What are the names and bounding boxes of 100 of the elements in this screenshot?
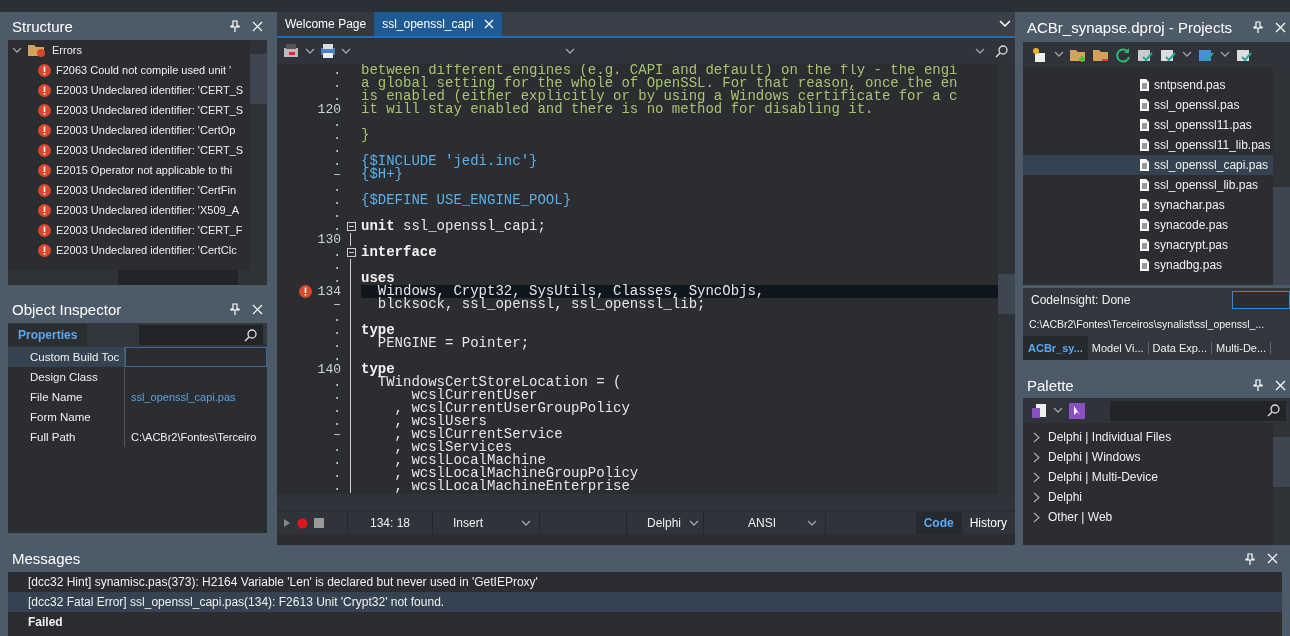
- search-field[interactable]: [1110, 400, 1286, 421]
- panel-tab[interactable]: Multi-De...: [1212, 342, 1272, 354]
- chevron-down-icon[interactable]: [807, 519, 817, 527]
- vertical-scrollbar[interactable]: [1273, 423, 1290, 545]
- palette-category[interactable]: Delphi | Individual Files: [1048, 430, 1172, 444]
- palette-category[interactable]: Other | Web: [1048, 510, 1113, 524]
- chevron-down-icon[interactable]: [689, 519, 700, 527]
- chevron-down-icon[interactable]: [521, 519, 531, 527]
- palette-category[interactable]: Delphi: [1048, 490, 1083, 504]
- file-item[interactable]: sntpsend.pas: [1023, 75, 1273, 95]
- pin-icon[interactable]: [1253, 21, 1263, 33]
- pin-icon[interactable]: [230, 20, 240, 32]
- message-row[interactable]: [dcc32 Hint] synamisc.pas(373): H2164 Variable 'Len' is declared but never used in 'GetIEProxy': [8, 572, 1282, 592]
- edit-mode[interactable]: Insert: [453, 516, 483, 530]
- chevron-right-icon[interactable]: [1033, 471, 1040, 483]
- chevron-right-icon[interactable]: [1033, 491, 1040, 503]
- line-number: .: [333, 64, 341, 77]
- play-icon[interactable]: [283, 518, 291, 528]
- vertical-scrollbar[interactable]: [250, 40, 267, 270]
- close-icon[interactable]: [1275, 21, 1286, 33]
- property-name: Form Name: [8, 407, 125, 427]
- error-item[interactable]: E2015 Operator not applicable to thi: [56, 164, 233, 176]
- file-item[interactable]: ssl_openssl11.pas: [1023, 115, 1273, 135]
- panel-tab[interactable]: Model Vi...: [1087, 342, 1149, 354]
- error-item[interactable]: E2003 Undeclared identifier: 'CERT_S: [56, 84, 244, 96]
- close-icon[interactable]: [252, 303, 263, 315]
- error-item[interactable]: E2003 Undeclared identifier: 'X509_A: [56, 204, 240, 216]
- error-item[interactable]: F2063 Could not compile used unit ': [56, 64, 232, 76]
- file-item[interactable]: ssl_openssl11_lib.pas: [1023, 135, 1273, 155]
- file-item[interactable]: ssl_openssl_capi.pas: [1023, 155, 1273, 175]
- pin-icon[interactable]: [230, 303, 240, 315]
- input-field[interactable]: [1232, 291, 1290, 309]
- chevron-down-icon[interactable]: [341, 47, 351, 55]
- message-row[interactable]: [dcc32 Fatal Error] ssl_openssl_capi.pas(134): F2613 Unit 'Crypt32' not found.: [8, 592, 1282, 612]
- panel-tab[interactable]: Data Exp...: [1148, 342, 1213, 354]
- chevron-down-icon[interactable]: [1182, 51, 1192, 58]
- file-item[interactable]: synacrypt.pas: [1023, 235, 1273, 255]
- property-row[interactable]: Full Path C:\ACBr2\Fontes\Terceiro: [8, 427, 267, 447]
- view-tab[interactable]: Code: [915, 512, 962, 534]
- chevron-down-icon[interactable]: [565, 47, 575, 55]
- printer-icon[interactable]: [319, 43, 337, 59]
- search-field[interactable]: [139, 325, 263, 345]
- error-item[interactable]: E2003 Undeclared identifier: 'CertFin: [56, 184, 237, 196]
- refresh-icon[interactable]: [1115, 46, 1131, 63]
- close-icon[interactable]: [252, 20, 263, 32]
- palette-category[interactable]: Delphi | Multi-Device: [1048, 470, 1158, 484]
- search-icon[interactable]: [995, 44, 1008, 58]
- close-icon[interactable]: [1267, 553, 1278, 564]
- panel-tab[interactable]: ACBr_sy...: [1023, 336, 1088, 360]
- error-icon: [298, 285, 312, 298]
- property-row[interactable]: Custom Build Toc: [8, 347, 267, 367]
- palette-category[interactable]: Delphi | Windows: [1048, 450, 1141, 464]
- chevron-down-icon[interactable]: [12, 46, 22, 54]
- close-icon[interactable]: [1275, 379, 1286, 391]
- file-item[interactable]: synadbg.pas: [1023, 255, 1273, 275]
- properties-tab[interactable]: Properties: [8, 324, 88, 346]
- editor-tab[interactable]: ssl_openssl_capi: [374, 12, 502, 36]
- pointer-icon[interactable]: [1069, 402, 1085, 419]
- chevron-down-icon[interactable]: [1220, 51, 1230, 58]
- property-row[interactable]: File Name ssl_openssl_capi.pas: [8, 387, 267, 407]
- chevron-down-icon[interactable]: [1054, 51, 1064, 58]
- error-item[interactable]: E2003 Undeclared identifier: 'CertOp: [56, 124, 236, 136]
- pin-icon[interactable]: [1245, 552, 1255, 565]
- chevron-down-icon[interactable]: [305, 47, 315, 55]
- vertical-scrollbar[interactable]: [1273, 67, 1290, 285]
- error-item[interactable]: E2003 Undeclared identifier: 'CERT_S: [56, 144, 244, 156]
- chevron-down-icon[interactable]: [1053, 407, 1063, 414]
- message-row[interactable]: Failed: [8, 612, 1282, 632]
- record-icon[interactable]: [297, 517, 308, 529]
- chevron-right-icon[interactable]: [1033, 451, 1040, 463]
- horizontal-scrollbar[interactable]: [277, 494, 1015, 510]
- toolbox-icon[interactable]: [283, 43, 301, 59]
- file-item[interactable]: synachar.pas: [1023, 195, 1273, 215]
- error-item[interactable]: E2003 Undeclared identifier: 'CERT_F: [56, 224, 243, 236]
- error-item[interactable]: E2003 Undeclared identifier: 'CertClc: [56, 244, 237, 256]
- horizontal-scrollbar[interactable]: [8, 270, 267, 285]
- error-icon: [38, 103, 51, 117]
- chevron-right-icon[interactable]: [1033, 511, 1040, 523]
- file-item[interactable]: synacode.pas: [1023, 215, 1273, 235]
- fold-icon[interactable]: [346, 222, 356, 231]
- palette-icon[interactable]: [1031, 402, 1047, 419]
- file-item[interactable]: ssl_openssl_lib.pas: [1023, 175, 1273, 195]
- encoding-selector[interactable]: ANSI: [748, 516, 776, 530]
- line-number: .: [333, 259, 341, 272]
- view-tab[interactable]: History: [961, 512, 1015, 534]
- pin-icon[interactable]: [1253, 379, 1263, 391]
- search-icon[interactable]: [244, 328, 257, 342]
- file-item[interactable]: ssl_openssl.pas: [1023, 95, 1273, 115]
- chevron-right-icon[interactable]: [1033, 431, 1040, 443]
- fold-icon[interactable]: [346, 248, 356, 257]
- chevron-down-icon[interactable]: [975, 47, 985, 55]
- property-row[interactable]: Form Name: [8, 407, 267, 427]
- search-icon[interactable]: [1267, 404, 1280, 417]
- tree-node[interactable]: Errors: [52, 44, 82, 56]
- language-selector[interactable]: Delphi: [647, 516, 682, 530]
- error-item[interactable]: E2003 Undeclared identifier: 'CERT_S: [56, 104, 244, 116]
- value-field[interactable]: [125, 347, 267, 367]
- property-row[interactable]: Design Class: [8, 367, 267, 387]
- close-icon[interactable]: [483, 19, 494, 29]
- editor-tab[interactable]: Welcome Page: [277, 12, 375, 36]
